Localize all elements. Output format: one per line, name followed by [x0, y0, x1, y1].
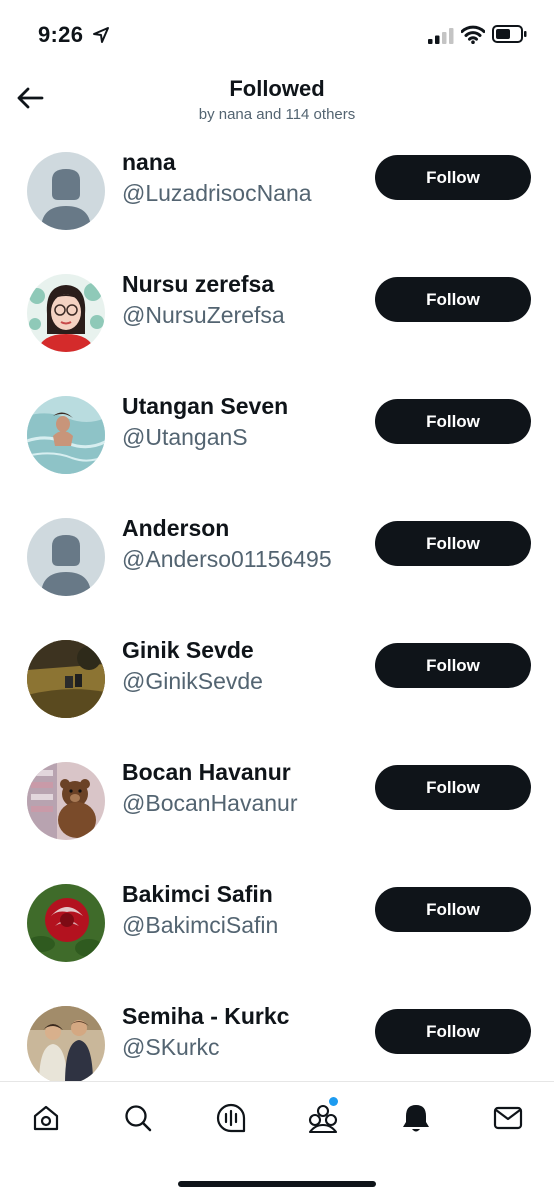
- communities-icon: [308, 1104, 338, 1134]
- follow-button[interactable]: Follow: [375, 399, 531, 444]
- display-name: Bocan Havanur: [122, 759, 291, 785]
- user-handle: @Anderso01156495: [122, 546, 332, 572]
- avatar[interactable]: [27, 396, 105, 474]
- user-handle: @UtanganS: [122, 424, 248, 450]
- followers-list: nana @LuzadrisocNana Follow Nursu zerefs…: [0, 130, 554, 1082]
- avatar[interactable]: [27, 1006, 105, 1082]
- tab-communities[interactable]: [300, 1097, 346, 1138]
- location-arrow-icon: [93, 27, 109, 43]
- page-subtitle: by nana and 114 others: [198, 106, 356, 123]
- list-item[interactable]: Ginik Sevde @GinikSevde Follow: [0, 618, 554, 740]
- cellular-signal-icon: [428, 28, 454, 44]
- user-handle: @NursuZerefsa: [122, 302, 285, 328]
- default-avatar-icon: [27, 152, 105, 230]
- notifications-icon: [403, 1105, 429, 1132]
- follow-button[interactable]: Follow: [375, 887, 531, 932]
- avatar[interactable]: [27, 518, 105, 596]
- display-name: Nursu zerefsa: [122, 271, 275, 297]
- user-handle: @BocanHavanur: [122, 790, 298, 816]
- display-name: Utangan Seven: [122, 393, 289, 419]
- search-icon: [125, 1105, 152, 1132]
- tab-home[interactable]: [23, 1098, 69, 1138]
- user-handle: @GinikSevde: [122, 668, 263, 694]
- avatar[interactable]: [27, 640, 105, 718]
- list-item[interactable]: Nursu zerefsa @NursuZerefsa Follow: [0, 252, 554, 374]
- couple-photo-image: [27, 1006, 105, 1082]
- user-handle: @BakimciSafin: [122, 912, 279, 938]
- follow-button[interactable]: Follow: [375, 765, 531, 810]
- page-title: Followed: [229, 76, 325, 101]
- spaces-icon: [216, 1103, 246, 1133]
- avatar[interactable]: [27, 274, 105, 352]
- park-photo-image: [27, 640, 105, 718]
- follow-button[interactable]: Follow: [375, 521, 531, 566]
- follow-button[interactable]: Follow: [375, 277, 531, 322]
- messages-icon: [493, 1106, 523, 1130]
- status-time: 9:26: [38, 22, 84, 47]
- list-item[interactable]: Utangan Seven @UtanganS Follow: [0, 374, 554, 496]
- tab-notifications[interactable]: [393, 1098, 439, 1138]
- follow-button[interactable]: Follow: [375, 643, 531, 688]
- default-avatar-icon: [27, 518, 105, 596]
- tab-spaces[interactable]: [208, 1098, 254, 1138]
- display-name: Ginik Sevde: [122, 637, 254, 663]
- display-name: Semiha - Kurkc: [122, 1003, 290, 1029]
- wifi-icon: [461, 25, 485, 44]
- home-icon: [33, 1105, 59, 1131]
- display-name: Anderson: [122, 515, 230, 541]
- follow-button[interactable]: Follow: [375, 1009, 531, 1054]
- avatar[interactable]: [27, 884, 105, 962]
- cartoon-avatar-image: [27, 274, 105, 352]
- teddy-bear-image: [27, 762, 105, 840]
- avatar[interactable]: [27, 762, 105, 840]
- tab-messages[interactable]: [485, 1098, 531, 1138]
- list-item[interactable]: nana @LuzadrisocNana Follow: [0, 130, 554, 252]
- status-bar: 9:26: [0, 0, 554, 70]
- list-item[interactable]: Semiha - Kurkc @SKurkc Follow: [0, 984, 554, 1082]
- list-item[interactable]: Bakimci Safin @BakimciSafin Follow: [0, 862, 554, 984]
- display-name: nana: [122, 149, 176, 175]
- display-name: Bakimci Safin: [122, 881, 273, 907]
- new-content-dot: [329, 1097, 338, 1106]
- battery-icon: [492, 25, 527, 43]
- list-item[interactable]: Bocan Havanur @BocanHavanur Follow: [0, 740, 554, 862]
- red-rose-image: [27, 884, 105, 962]
- user-handle: @SKurkc: [122, 1034, 220, 1060]
- user-handle: @LuzadrisocNana: [122, 180, 312, 206]
- list-item[interactable]: Anderson @Anderso01156495 Follow: [0, 496, 554, 618]
- avatar[interactable]: [27, 152, 105, 230]
- tab-search[interactable]: [115, 1098, 161, 1138]
- pool-photo-image: [27, 396, 105, 474]
- follow-button[interactable]: Follow: [375, 155, 531, 200]
- home-indicator: [178, 1181, 376, 1187]
